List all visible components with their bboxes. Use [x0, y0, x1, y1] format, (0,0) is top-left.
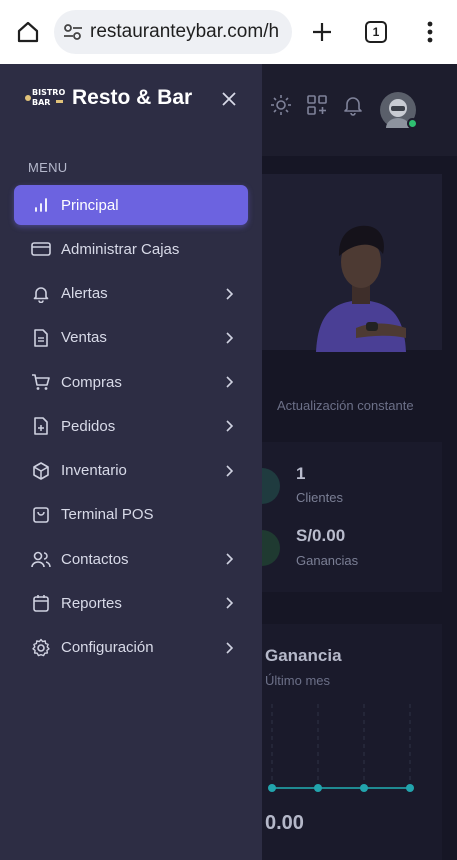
site-settings-icon[interactable]	[62, 23, 84, 41]
apps-grid-icon[interactable]	[306, 94, 328, 116]
sidebar-item-label: Reportes	[61, 594, 122, 612]
sidebar-item-configuracion[interactable]: Configuración	[14, 628, 248, 668]
update-caption: Actualización constante	[277, 398, 414, 413]
online-status-dot	[407, 118, 418, 129]
sidebar-item-label: Contactos	[61, 550, 129, 568]
sidebar-item-compras[interactable]: Compras	[14, 362, 248, 402]
sidebar-menu: Principal Administrar Cajas Alertas Vent…	[14, 185, 248, 672]
credit-card-icon	[30, 238, 52, 260]
chart-point	[314, 784, 322, 792]
chevron-right-icon	[222, 418, 236, 434]
profit-total: 0.00	[265, 812, 304, 834]
sidebar-item-alertas[interactable]: Alertas	[14, 274, 248, 314]
document-icon	[30, 327, 52, 349]
sidebar-item-pedidos[interactable]: Pedidos	[14, 406, 248, 446]
bell-icon	[30, 283, 52, 305]
earnings-value: S/0.00	[296, 526, 346, 545]
sidebar-item-label: Compras	[61, 373, 122, 391]
profit-title: Ganancia	[265, 646, 342, 665]
earnings-label: Ganancias	[296, 553, 359, 568]
profit-subtitle: Último mes	[265, 673, 331, 688]
chart-bars-icon	[30, 194, 52, 216]
sidebar-item-inventario[interactable]: Inventario	[14, 451, 248, 491]
user-avatar[interactable]	[380, 92, 418, 129]
sidebar-item-label: Terminal POS	[61, 506, 154, 524]
tab-count-button[interactable]: 1	[365, 21, 387, 43]
new-tab-icon[interactable]	[308, 16, 336, 48]
sidebar-item-label: Configuración	[61, 639, 154, 656]
chevron-right-icon	[222, 595, 236, 611]
sidebar-item-label: Alertas	[61, 285, 108, 302]
chevron-right-icon	[222, 286, 236, 302]
users-icon	[30, 548, 52, 570]
clients-label: Clientes	[296, 490, 343, 505]
address-bar[interactable]: restauranteybar.com/h	[54, 10, 292, 54]
sidebar-item-label: Principal	[61, 196, 119, 214]
sidebar-item-label: Ventas	[61, 329, 107, 347]
browser-toolbar: restauranteybar.com/h 1	[0, 0, 457, 64]
url-text[interactable]: restauranteybar.com/h	[90, 21, 279, 43]
sidebar-item-terminal-pos[interactable]: Terminal POS	[14, 495, 248, 535]
sidebar-item-contactos[interactable]: Contactos	[14, 539, 248, 579]
app-name: Resto & Bar	[72, 86, 193, 109]
notification-bell-icon[interactable]	[342, 94, 364, 116]
shopping-bag-icon	[30, 504, 52, 526]
chart-point	[360, 784, 368, 792]
brand[interactable]: BISTRO BAR Resto & Bar	[24, 86, 192, 110]
chevron-right-icon	[222, 640, 236, 656]
chart-point	[268, 784, 276, 792]
character-illustration	[306, 204, 416, 352]
sidebar-drawer: BISTRO BAR Resto & Bar MENU Principal Ad…	[0, 64, 262, 860]
sidebar-item-label: Administrar Cajas	[61, 240, 180, 258]
sidebar-item-principal[interactable]: Principal	[14, 185, 248, 225]
chevron-right-icon	[222, 551, 236, 567]
chevron-right-icon	[222, 463, 236, 479]
chart-point	[406, 784, 414, 792]
header-icons	[270, 94, 364, 116]
menu-heading: MENU	[28, 160, 68, 175]
sidebar-item-ventas[interactable]: Ventas	[14, 318, 248, 358]
sun-icon[interactable]	[270, 94, 292, 116]
home-icon[interactable]	[14, 18, 42, 46]
file-plus-icon	[30, 415, 52, 437]
bistro-bar-logo: BISTRO BAR	[24, 87, 65, 109]
sidebar-item-reportes[interactable]: Reportes	[14, 583, 248, 623]
cart-icon	[30, 371, 52, 393]
stats-card	[262, 442, 442, 592]
profit-line-chart	[268, 704, 414, 792]
calendar-icon	[30, 592, 52, 614]
sidebar-item-administrar-cajas[interactable]: Administrar Cajas	[14, 229, 248, 269]
chevron-right-icon	[222, 330, 236, 346]
more-vert-icon[interactable]	[418, 16, 442, 48]
close-icon[interactable]	[218, 88, 240, 110]
gear-icon	[30, 637, 52, 659]
sidebar-item-label: Inventario	[61, 462, 127, 479]
clients-count: 1	[296, 464, 306, 483]
sidebar-item-label: Pedidos	[61, 417, 116, 435]
box-icon	[30, 460, 52, 482]
chevron-right-icon	[222, 374, 236, 390]
